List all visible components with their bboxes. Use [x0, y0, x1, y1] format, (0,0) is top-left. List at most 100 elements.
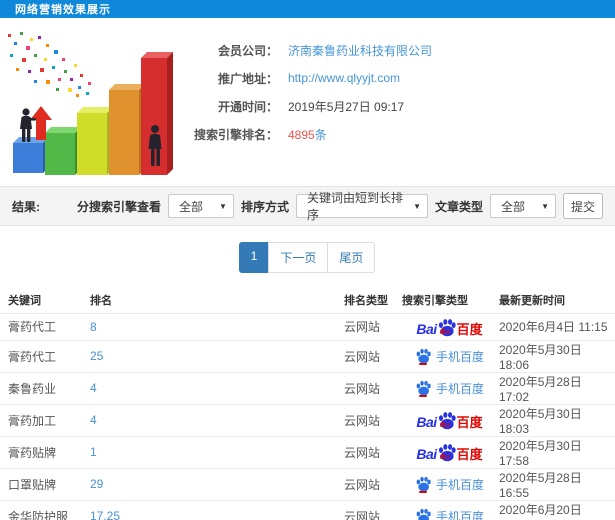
member-company-link[interactable]: 济南秦鲁药业科技有限公司: [288, 42, 432, 59]
table-row: 膏药代工 25 云网站 Bai du 百度 手机百度 2020年5月30日 18…: [0, 339, 615, 372]
mobile-baidu-paw-icon: [415, 348, 431, 365]
engine-rank-label: 搜索引擎排名：: [193, 127, 278, 142]
member-company-label: 会员公司：: [217, 43, 278, 58]
sort-filter-select[interactable]: 关键词由短到长排序 ▼: [295, 191, 428, 222]
sort-filter-label: 排序方式: [240, 199, 289, 214]
engine-type-column-header: 搜索引擎类型: [402, 294, 468, 307]
mobile-baidu-paw-icon: [415, 476, 431, 493]
mobile-baidu-paw-icon: [415, 508, 431, 520]
baidu-logo-brand-text: 百度: [456, 447, 483, 462]
update-time-cell: 2020年5月30日 18:06: [497, 339, 615, 372]
rank-cell: 25: [88, 339, 342, 372]
results-table-body: 膏药代工 8 云网站 Bai du 百度 手机百度 2020年6月4日 11:1…: [0, 312, 615, 520]
table-row: 口罩贴牌 29 云网站 Bai du 百度 手机百度 2020年5月28日 16…: [0, 467, 615, 500]
sort-filter-value: 关键词由短到长排序: [306, 191, 403, 222]
results-table: 关键词 排名 排名类型 搜索引擎类型 最新更新时间 膏药代工 8 云网站 Bai…: [0, 287, 615, 520]
update-time-cell: 2020年6月20日 09:25: [497, 499, 615, 520]
chevron-down-icon: ▼: [541, 201, 549, 211]
mobile-baidu-label: 手机百度: [435, 509, 484, 520]
bar-orange: [109, 84, 145, 175]
engine-filter-label: 分搜索引擎查看: [76, 199, 161, 214]
rank-type-column-header: 排名类型: [344, 294, 388, 307]
open-time-row: 开通时间： 2019年5月27日 09:17: [178, 92, 615, 120]
next-page-button[interactable]: 下一页: [268, 242, 329, 273]
rank-type-cell: 云网站: [342, 467, 400, 500]
article-type-value: 全部: [501, 199, 526, 214]
update-time-cell: 2020年6月4日 11:15: [497, 312, 615, 340]
promotion-url-row: 推广地址： http://www.qlyyjt.com: [178, 64, 615, 92]
baidu-logo-du-text: du: [439, 452, 450, 461]
keyword-cell: 金华防护服: [0, 499, 88, 520]
engine-cell: Bai du 百度 手机百度: [400, 371, 497, 404]
rank-link[interactable]: 1: [90, 445, 97, 459]
chevron-down-icon: ▼: [413, 201, 421, 211]
mobile-baidu-redline: [418, 491, 427, 493]
update-time-column-header: 最新更新时间: [499, 294, 565, 307]
pagination: 1 下一页 尾页: [0, 242, 615, 273]
baidu-paw-icon: du: [437, 318, 456, 337]
rank-cell: 4: [88, 403, 342, 436]
rank-link[interactable]: 29: [90, 477, 103, 491]
keyword-cell: 膏药代工: [0, 339, 88, 372]
rank-column-header: 排名: [90, 294, 112, 307]
rank-cell: 8: [88, 312, 342, 340]
baidu-logo-du-text: du: [439, 420, 450, 429]
last-page-button[interactable]: 尾页: [327, 242, 376, 273]
mobile-baidu-badge: 手机百度: [415, 380, 484, 397]
rank-type-cell: 云网站: [342, 339, 400, 372]
rank-link[interactable]: 25: [90, 349, 103, 363]
keyword-cell: 秦鲁药业: [0, 371, 88, 404]
promotion-url-link[interactable]: http://www.qlyyjt.com: [288, 71, 400, 85]
table-header-row: 关键词 排名 排名类型 搜索引擎类型 最新更新时间: [0, 287, 615, 313]
rank-count-unit: 条: [314, 127, 327, 142]
submit-button[interactable]: 提交: [563, 193, 603, 219]
update-time-cell: 2020年5月28日 16:55: [497, 467, 615, 500]
engine-filter-select[interactable]: 全部 ▼: [167, 194, 234, 218]
update-time-cell: 2020年5月28日 17:02: [497, 371, 615, 404]
company-info-section: 会员公司： 济南秦鲁药业科技有限公司 推广地址： http://www.qlyy…: [0, 18, 615, 186]
rank-cell: 17,25: [88, 499, 342, 520]
table-row: 膏药加工 4 云网站 Bai du 百度 手机百度 2020年5月30日 18:…: [0, 403, 615, 436]
table-row: 膏药贴牌 1 云网站 Bai du 百度 手机百度 2020年5月30日 17:…: [0, 435, 615, 468]
engine-cell: Bai du 百度 手机百度: [400, 499, 497, 520]
rank-type-cell: 云网站: [342, 312, 400, 340]
baidu-logo-brand-text: 百度: [456, 415, 483, 430]
rank-link[interactable]: 4: [90, 413, 97, 427]
mobile-baidu-redline: [418, 363, 427, 365]
baidu-logo: Bai du 百度: [416, 443, 483, 462]
keyword-cell: 膏药贴牌: [0, 435, 88, 468]
businessman-left: [20, 108, 36, 142]
rank-type-cell: 云网站: [342, 499, 400, 520]
article-type-select[interactable]: 全部 ▼: [490, 194, 556, 218]
baidu-logo: Bai du 百度: [416, 411, 483, 430]
marketing-chart-illustration: [0, 28, 178, 180]
keyword-cell: 膏药加工: [0, 403, 88, 436]
mobile-baidu-paw-icon: [415, 380, 431, 397]
table-row: 秦鲁药业 4 云网站 Bai du 百度 手机百度 2020年5月28日 17:…: [0, 371, 615, 404]
bar-chart-graphic: [8, 32, 173, 175]
page: 网络营销效果展示 会员公司： 济南秦鲁药业科技有限公司 推广地址： http:/…: [0, 0, 615, 520]
baidu-logo: Bai du 百度: [416, 318, 483, 337]
result-label: 结果:: [12, 199, 40, 214]
keyword-column-header: 关键词: [8, 294, 41, 307]
rank-link[interactable]: 17,25: [90, 509, 120, 520]
open-time-label: 开通时间：: [217, 99, 278, 114]
baidu-logo-bai-text: Bai: [416, 320, 437, 337]
chevron-down-icon: ▼: [219, 201, 227, 211]
mobile-baidu-label: 手机百度: [435, 381, 484, 396]
keyword-cell: 口罩贴牌: [0, 467, 88, 500]
rank-link[interactable]: 8: [90, 320, 97, 334]
baidu-paw-icon: du: [437, 443, 456, 462]
keyword-cell: 膏药代工: [0, 312, 88, 340]
engine-cell: Bai du 百度 手机百度: [400, 435, 497, 468]
promotion-url-label: 推广地址：: [217, 71, 278, 86]
page-1-button[interactable]: 1: [238, 242, 270, 273]
rank-count: 4895: [288, 127, 315, 142]
baidu-logo-bai-text: Bai: [416, 414, 437, 430]
update-time-cell: 2020年5月30日 18:03: [497, 403, 615, 436]
table-row: 金华防护服 17,25 云网站 Bai du 百度 手机百度 2020年6月20…: [0, 499, 615, 520]
engine-rank-row: 搜索引擎排名： 4895条: [178, 120, 615, 148]
baidu-paw-icon: du: [437, 411, 456, 430]
bar-green: [45, 127, 81, 175]
rank-link[interactable]: 4: [90, 381, 97, 395]
